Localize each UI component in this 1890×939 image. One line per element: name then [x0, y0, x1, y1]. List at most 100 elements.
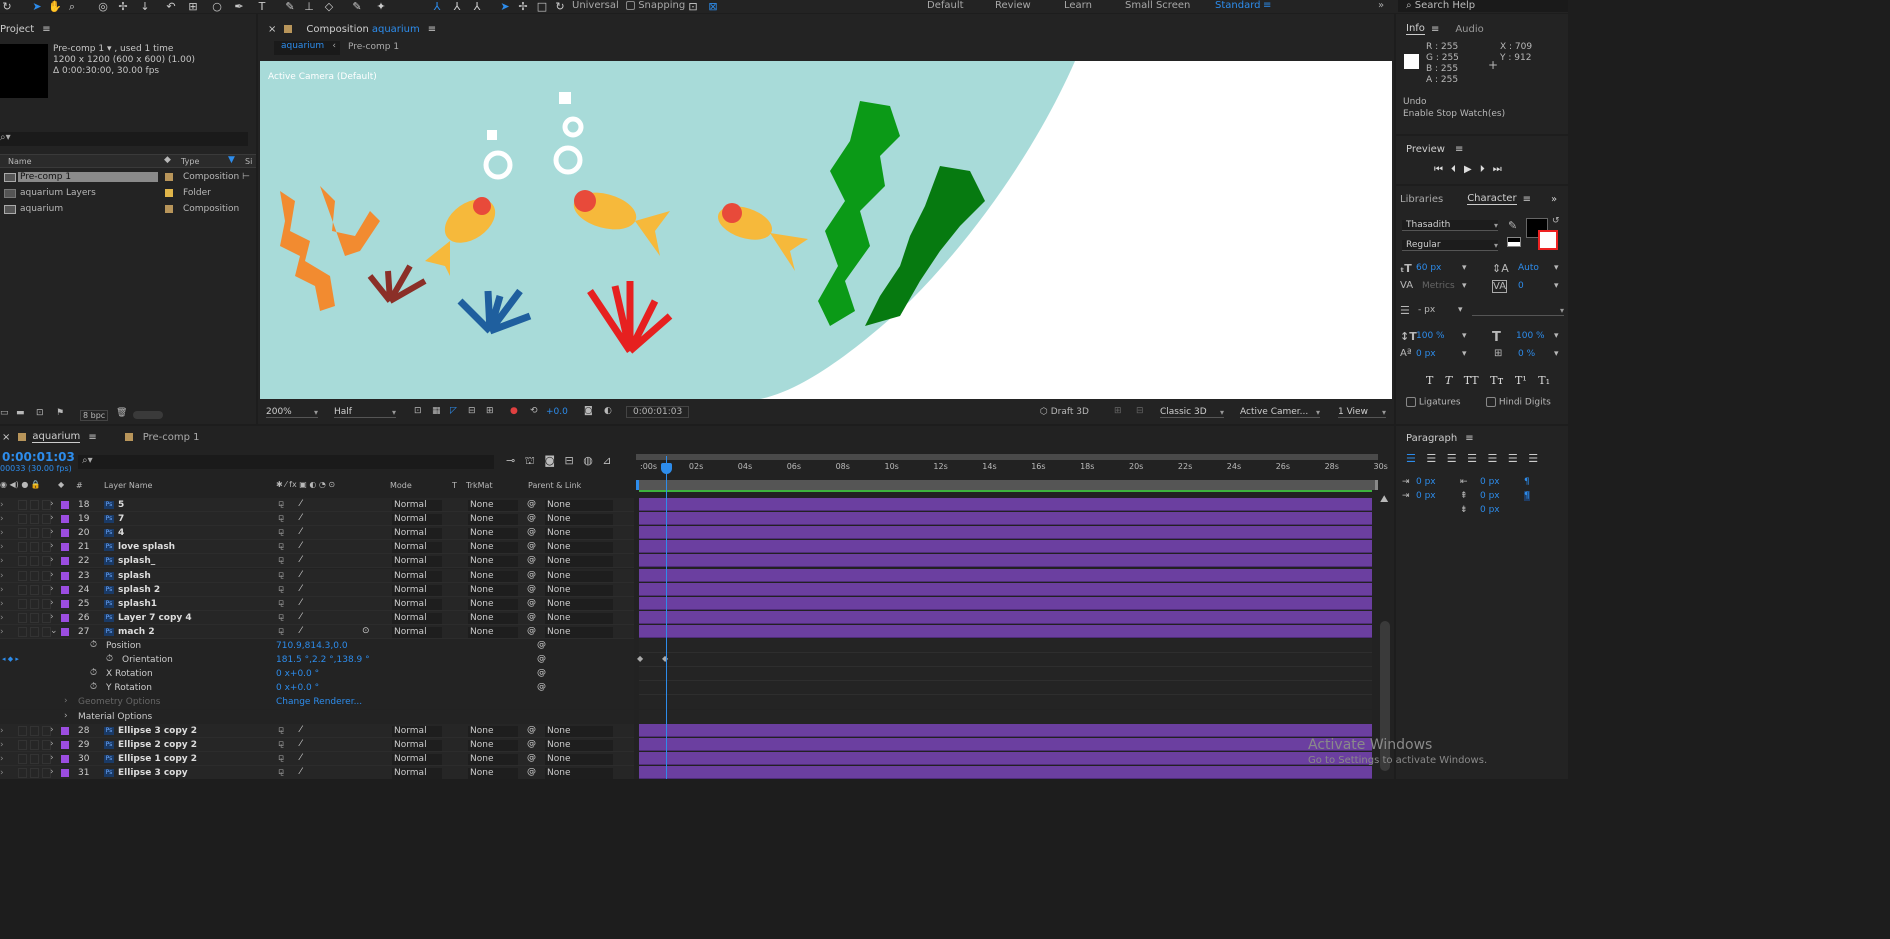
rotation-tool-icon[interactable]: ↻	[0, 1, 14, 13]
dolly-tool-icon[interactable]: ↓	[138, 1, 152, 13]
search-help[interactable]: ⌕ Search Help	[1398, 0, 1568, 12]
timeline-timecode[interactable]: 0:00:01:03	[2, 450, 75, 464]
indent-right-value[interactable]: 0 px	[1480, 477, 1500, 487]
swap-colors-icon[interactable]: ↺	[1552, 216, 1560, 226]
stroke-width-value[interactable]: - px	[1418, 305, 1435, 315]
rtl-icon[interactable]: ¶	[1524, 477, 1530, 487]
axis-local-icon[interactable]: ⅄	[430, 1, 444, 13]
close-icon[interactable]: ×	[2, 432, 10, 443]
indent-left-value[interactable]: 0 px	[1416, 477, 1436, 487]
transparency-grid-icon[interactable]: ▦	[432, 406, 441, 416]
kerning-value[interactable]: Metrics	[1422, 281, 1455, 291]
layer-duration-bar[interactable]	[639, 526, 1372, 540]
workspace-standard[interactable]: Standard	[1215, 0, 1261, 11]
align-center-icon[interactable]: ☰	[1426, 452, 1436, 465]
workspace-overflow-icon[interactable]: »	[1378, 0, 1384, 11]
thumbnail-slider[interactable]	[133, 411, 163, 419]
vertical-scale-value[interactable]: 100 %	[1416, 331, 1445, 341]
layer-duration-bar[interactable]	[639, 540, 1372, 554]
panel-menu-icon[interactable]: ≡	[428, 24, 436, 35]
chevron-down-icon[interactable]: ▾	[1554, 349, 1559, 359]
view-layout-dropdown[interactable]: 1 View	[1338, 407, 1386, 418]
leading-value[interactable]: Auto	[1518, 263, 1539, 273]
camera-dropdown[interactable]: Active Camer...	[1240, 407, 1320, 418]
shy-icon[interactable]: ◙	[544, 454, 555, 467]
sort-icon[interactable]: ▼	[228, 155, 235, 165]
graph-editor-icon[interactable]: ⊿	[602, 454, 611, 467]
layer-search-input[interactable]: ⌕▾	[78, 455, 494, 469]
composition-viewport[interactable]: Active Camera (Default)	[260, 61, 1392, 399]
timeline-tab-precomp[interactable]: Pre-comp 1	[143, 432, 200, 443]
render-queue-icon[interactable]: ⚑	[56, 408, 64, 418]
list-item[interactable]: aquarium Composition	[0, 202, 256, 216]
new-composition-icon[interactable]: ⊡	[36, 408, 44, 418]
axis-view-icon[interactable]: ⅄	[470, 1, 484, 13]
chevron-down-icon[interactable]: ▾	[1462, 263, 1467, 273]
col-type[interactable]: Type	[181, 157, 199, 166]
workspace-default[interactable]: Default	[927, 0, 964, 11]
ligatures-option[interactable]: Ligatures	[1406, 397, 1461, 408]
chevron-down-icon[interactable]: ▾	[1462, 349, 1467, 359]
playhead-line[interactable]	[666, 456, 667, 779]
extended-viewer-icon[interactable]: ⊟	[1136, 406, 1144, 416]
justify-left-icon[interactable]: ☰	[1467, 452, 1477, 465]
ligatures-checkbox[interactable]	[1406, 397, 1416, 407]
draft-3d-toggle[interactable]: ⬡ Draft 3D	[1040, 407, 1089, 417]
list-item[interactable]: aquarium Layers Folder	[0, 186, 256, 200]
expand-icon[interactable]: »	[1551, 194, 1557, 205]
orbit-tool-icon[interactable]: ◎	[96, 1, 110, 13]
tab-libraries[interactable]: Libraries	[1400, 194, 1443, 205]
snapshot-icon[interactable]: ◙	[584, 406, 593, 416]
panel-menu-icon[interactable]: ≡	[1431, 24, 1439, 35]
project-search-input[interactable]: ⌕▾	[0, 132, 248, 146]
faux-italic-icon[interactable]: T	[1445, 374, 1452, 387]
first-line-value[interactable]: 0 px	[1416, 491, 1436, 501]
tsume-value[interactable]: 0 %	[1518, 349, 1535, 359]
hand-tool-icon[interactable]: ✋	[48, 1, 62, 13]
renderer-dropdown[interactable]: Classic 3D	[1160, 407, 1224, 418]
horizontal-scale-value[interactable]: 100 %	[1516, 331, 1545, 341]
roto-tool-icon[interactable]: ✎	[350, 1, 364, 13]
space-before-value[interactable]: 0 px	[1480, 491, 1500, 501]
workspace-review[interactable]: Review	[995, 0, 1031, 11]
work-area-bar[interactable]	[636, 454, 1378, 460]
mask-toggle-icon[interactable]: ◸	[450, 406, 457, 416]
col-layer-name[interactable]: Layer Name	[104, 481, 152, 490]
chevron-down-icon[interactable]: ▾	[1554, 331, 1559, 341]
col-size[interactable]: Si	[245, 157, 252, 166]
axis-world-icon[interactable]: ⅄	[450, 1, 464, 13]
chevron-down-icon[interactable]: ▾	[1462, 281, 1467, 291]
show-snapshot-icon[interactable]: ◐	[604, 406, 612, 416]
hindi-digits-checkbox[interactable]	[1486, 397, 1496, 407]
small-caps-icon[interactable]: Tт	[1490, 374, 1503, 387]
stroke-color-swatch[interactable]	[1538, 230, 1558, 250]
panel-menu-icon[interactable]: ≡	[88, 432, 96, 443]
chevron-down-icon[interactable]: ▾	[1554, 281, 1559, 291]
exposure-value[interactable]: +0.0	[546, 407, 568, 417]
layer-duration-bar[interactable]	[639, 568, 1372, 582]
prev-frame-icon[interactable]: ⏴	[1451, 164, 1464, 175]
color-channel-icon[interactable]: ●	[510, 406, 518, 416]
lock-icon[interactable]	[18, 433, 27, 441]
workspace-learn[interactable]: Learn	[1064, 0, 1092, 11]
universal-select-icon[interactable]: ➤	[498, 1, 512, 13]
align-left-icon[interactable]: ☰	[1406, 452, 1416, 465]
chevron-down-icon[interactable]: ▾	[1462, 331, 1467, 341]
layer-duration-bar[interactable]	[639, 554, 1372, 568]
last-frame-icon[interactable]: ⏭	[1493, 164, 1510, 175]
anchor-tool-icon[interactable]: ⊞	[186, 1, 200, 13]
tab-audio[interactable]: Audio	[1455, 24, 1483, 35]
text-tool-icon[interactable]: T	[255, 1, 269, 13]
playhead-handle[interactable]	[661, 463, 672, 474]
tab-info[interactable]: Info	[1406, 23, 1425, 35]
layer-duration-bar[interactable]	[639, 498, 1372, 511]
brush-tool-icon[interactable]: ✎	[283, 1, 297, 13]
space-after-value[interactable]: 0 px	[1480, 505, 1500, 515]
panel-menu-icon[interactable]: ≡	[42, 24, 50, 35]
flowchart-icon[interactable]: ⊢	[242, 172, 250, 182]
layer-duration-bar[interactable]	[639, 624, 1372, 638]
black-white-icon[interactable]	[1507, 237, 1521, 247]
frame-blend-icon[interactable]: ⊟	[565, 454, 574, 467]
list-item[interactable]: Pre-comp 1 Composition ⊢	[0, 170, 256, 184]
rotate-tool-icon[interactable]: ↶	[164, 1, 178, 13]
